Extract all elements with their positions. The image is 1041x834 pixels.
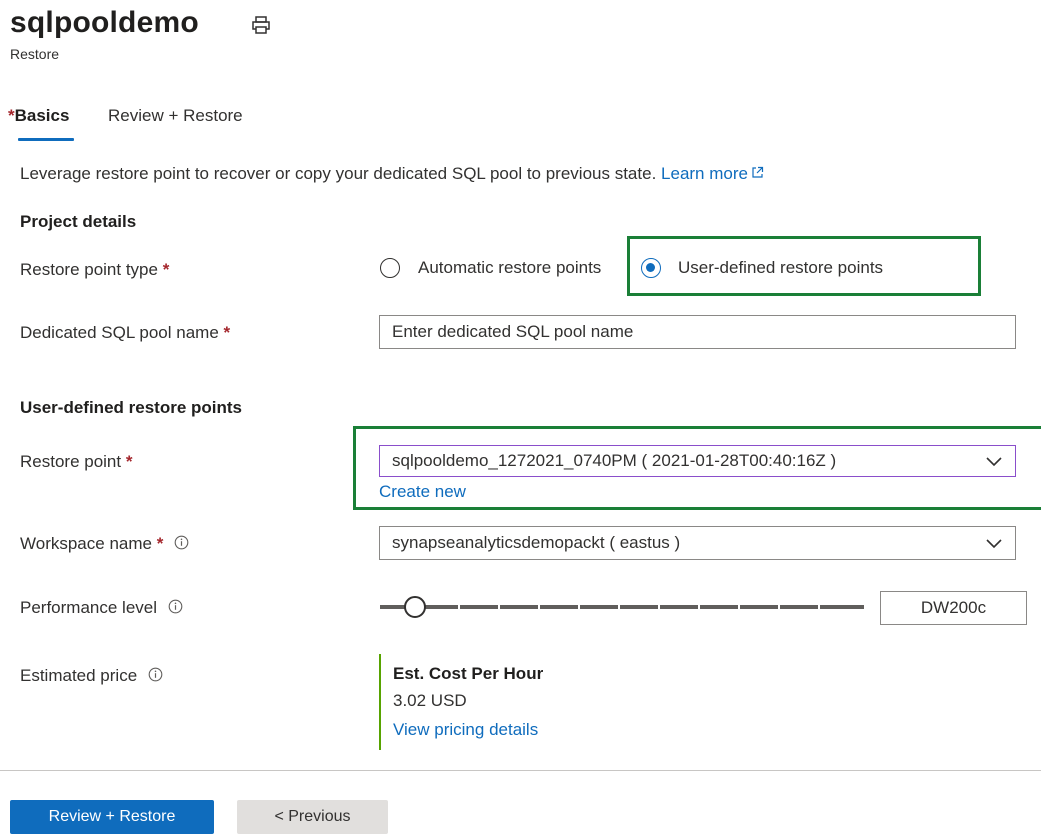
radio-user-defined-restore-points[interactable] (641, 258, 661, 278)
radio-user-defined-label: User-defined restore points (678, 258, 884, 277)
workspace-text: Workspace name (20, 534, 152, 553)
tab-basics[interactable]: *Basics (8, 106, 69, 126)
view-pricing-link[interactable]: View pricing details (393, 720, 538, 740)
external-link-icon (752, 166, 764, 178)
footer-divider (0, 770, 1041, 771)
required-marker: * (156, 534, 164, 553)
required-marker: * (223, 323, 231, 342)
workspace-dropdown[interactable]: synapseanalyticsdemopackt ( eastus ) (379, 526, 1016, 560)
learn-more-label: Learn more (661, 164, 748, 183)
required-marker: * (162, 260, 170, 279)
workspace-label: Workspace name * (20, 534, 189, 554)
previous-button[interactable]: < Previous (237, 800, 388, 834)
estimated-price-text: Estimated price (20, 666, 138, 685)
info-icon[interactable] (148, 667, 163, 682)
restore-point-value: sqlpooldemo_1272021_0740PM ( 2021-01-28T… (392, 451, 837, 470)
page-subtitle: Restore (10, 46, 60, 62)
create-new-link[interactable]: Create new (379, 482, 466, 502)
chevron-down-icon (986, 539, 1002, 549)
slider-ticks (458, 605, 820, 609)
price-value: 3.02 USD (393, 691, 467, 710)
info-icon[interactable] (174, 535, 189, 550)
restore-point-type-text: Restore point type (20, 260, 158, 279)
chevron-down-icon (986, 457, 1002, 467)
user-defined-heading: User-defined restore points (20, 398, 242, 417)
learn-more-link[interactable]: Learn more (661, 164, 764, 183)
performance-level-label: Performance level (20, 598, 183, 618)
pool-name-text: Dedicated SQL pool name (20, 323, 219, 342)
workspace-value: synapseanalyticsdemopackt ( eastus ) (392, 533, 681, 552)
review-restore-button[interactable]: Review + Restore (10, 800, 214, 834)
required-marker: * (8, 106, 15, 125)
tab-basics-label: Basics (14, 106, 70, 125)
print-icon[interactable] (250, 14, 272, 36)
tab-review-restore[interactable]: Review + Restore (108, 106, 243, 126)
restore-point-text: Restore point (20, 452, 122, 471)
page-title: sqlpooldemo (10, 6, 199, 39)
radio-automatic-label: Automatic restore points (418, 258, 602, 277)
pool-name-label: Dedicated SQL pool name * (20, 323, 230, 343)
intro-description: Leverage restore point to recover or cop… (20, 164, 657, 183)
performance-level-value: DW200c (880, 591, 1027, 625)
performance-level-text: Performance level (20, 598, 158, 617)
pool-name-field[interactable] (379, 315, 1016, 349)
estimated-price-label: Estimated price (20, 666, 163, 686)
slider-thumb[interactable] (404, 596, 426, 618)
radio-automatic-restore-points[interactable] (380, 258, 400, 278)
info-icon[interactable] (168, 599, 183, 614)
required-marker: * (125, 452, 133, 471)
price-accent-bar (379, 654, 381, 750)
performance-slider[interactable] (380, 593, 864, 621)
pool-name-input[interactable] (392, 322, 1015, 342)
restore-point-type-label: Restore point type * (20, 260, 169, 280)
price-heading: Est. Cost Per Hour (393, 664, 544, 683)
restore-point-label: Restore point * (20, 452, 132, 472)
project-details-heading: Project details (20, 212, 137, 231)
restore-point-dropdown[interactable]: sqlpooldemo_1272021_0740PM ( 2021-01-28T… (379, 445, 1016, 477)
intro-text: Leverage restore point to recover or cop… (20, 164, 764, 184)
tab-selected-indicator (18, 138, 74, 141)
